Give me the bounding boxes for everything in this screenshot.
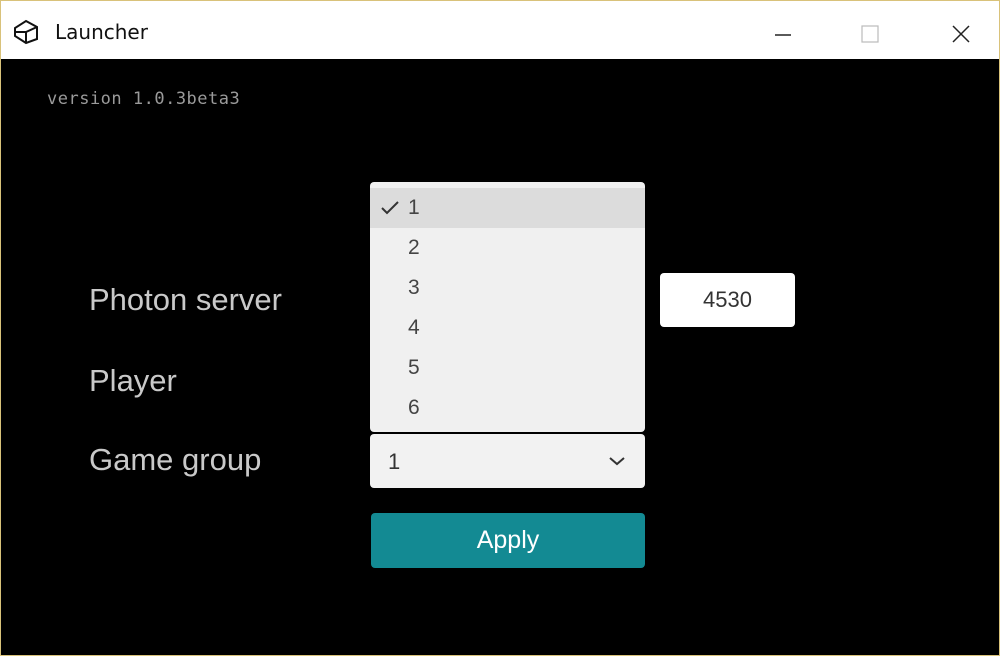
dropdown-option-5[interactable]: 5 bbox=[370, 348, 645, 388]
game-group-dropdown-list[interactable]: 1 2 3 4 5 6 bbox=[370, 182, 645, 432]
launcher-window: Launcher version 1.0.3beta3 Photon serve… bbox=[0, 0, 1000, 656]
game-group-select[interactable]: 1 bbox=[370, 434, 645, 488]
dropdown-option-label: 1 bbox=[408, 196, 420, 219]
dropdown-option-label: 5 bbox=[408, 356, 420, 379]
dropdown-option-label: 2 bbox=[408, 236, 420, 259]
photon-server-label: Photon server bbox=[89, 282, 282, 317]
minimize-button[interactable] bbox=[737, 1, 825, 59]
check-icon bbox=[380, 200, 400, 221]
dropdown-option-label: 3 bbox=[408, 276, 420, 299]
dropdown-option-3[interactable]: 3 bbox=[370, 268, 645, 308]
dropdown-option-2[interactable]: 2 bbox=[370, 228, 645, 268]
dropdown-option-1[interactable]: 1 bbox=[370, 188, 645, 228]
title-bar[interactable]: Launcher bbox=[1, 1, 999, 59]
close-button[interactable] bbox=[913, 1, 1000, 59]
dropdown-option-6[interactable]: 6 bbox=[370, 388, 645, 428]
apply-button[interactable]: Apply bbox=[371, 513, 645, 568]
maximize-button[interactable] bbox=[825, 1, 913, 59]
game-group-label: Game group bbox=[89, 442, 262, 477]
dropdown-option-label: 4 bbox=[408, 316, 420, 339]
window-title: Launcher bbox=[55, 20, 148, 44]
dropdown-option-label: 6 bbox=[408, 396, 420, 419]
version-label: version 1.0.3beta3 bbox=[47, 89, 241, 109]
chevron-down-icon bbox=[608, 454, 626, 472]
unity-logo-icon bbox=[13, 19, 39, 45]
player-label: Player bbox=[89, 363, 177, 398]
dropdown-option-4[interactable]: 4 bbox=[370, 308, 645, 348]
game-group-selected-value: 1 bbox=[388, 449, 401, 474]
photon-port-input[interactable]: 4530 bbox=[660, 273, 795, 327]
